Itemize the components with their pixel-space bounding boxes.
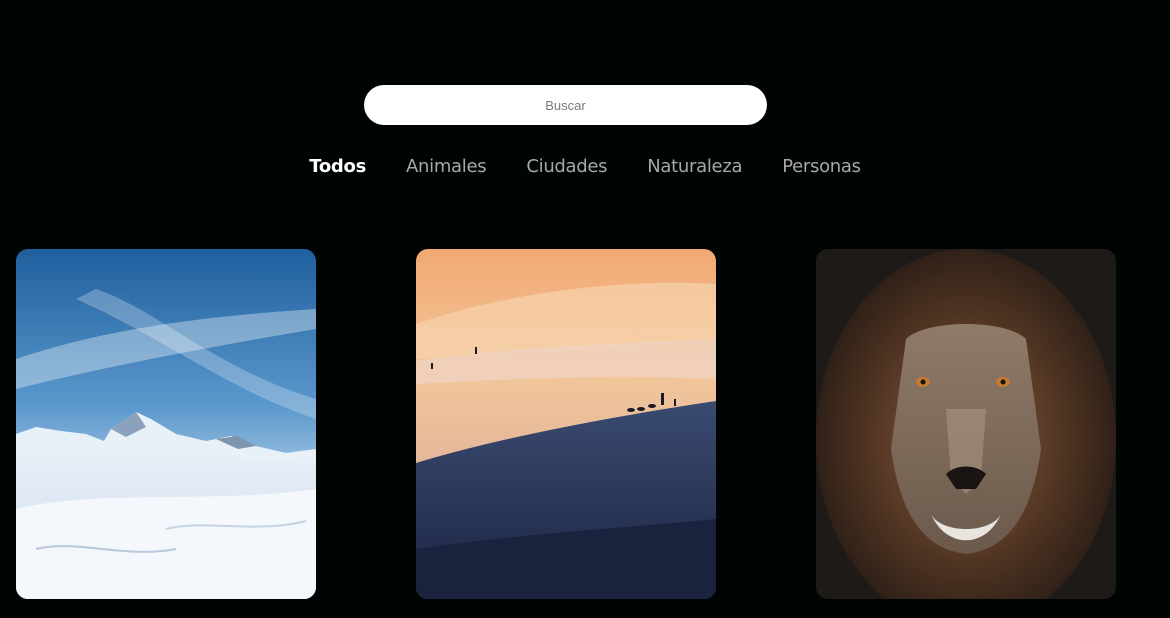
- search-bar: [364, 85, 767, 125]
- gallery-card-lion[interactable]: [816, 249, 1116, 599]
- filter-personas[interactable]: Personas: [782, 154, 861, 180]
- filter-naturaleza[interactable]: Naturaleza: [647, 154, 742, 180]
- filter-todos[interactable]: Todos: [309, 154, 366, 180]
- category-filters: Todos Animales Ciudades Naturaleza Perso…: [0, 154, 1170, 180]
- lion-portrait-image: [816, 249, 1116, 599]
- gallery-card-desert-dunes[interactable]: [416, 249, 716, 599]
- filter-animales[interactable]: Animales: [406, 154, 487, 180]
- desert-dunes-image: [416, 249, 716, 599]
- filter-ciudades[interactable]: Ciudades: [526, 154, 607, 180]
- search-input[interactable]: [364, 85, 767, 125]
- snowy-mountain-image: [16, 249, 316, 599]
- gallery-card-snowy-mountain[interactable]: [16, 249, 316, 599]
